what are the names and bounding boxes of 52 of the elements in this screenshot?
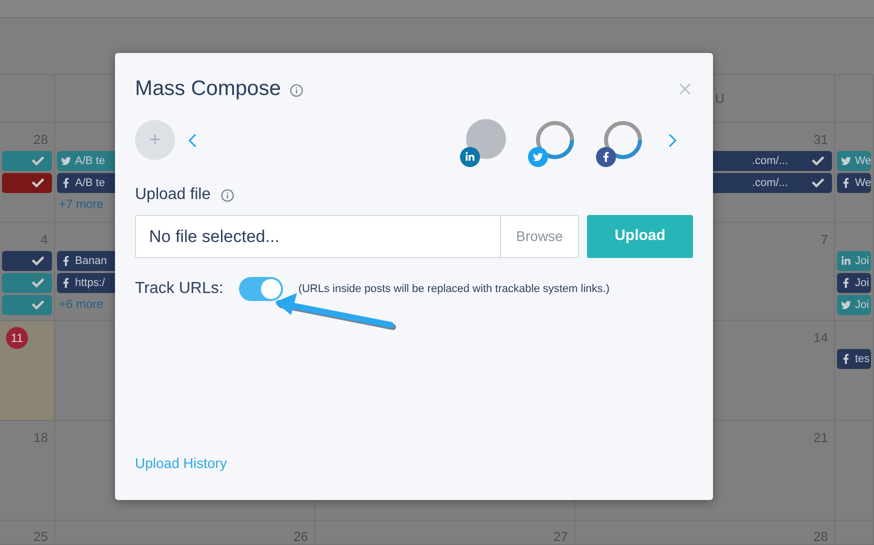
post-title: https:/	[75, 276, 105, 291]
more-link[interactable]: +6 more	[55, 295, 108, 313]
avatar-placeholder[interactable]	[466, 119, 506, 159]
post-title: We	[855, 176, 871, 191]
add-account-button[interactable]: +	[135, 120, 175, 160]
more-link[interactable]: +7 more	[55, 195, 108, 213]
today-date: 11	[6, 327, 28, 349]
post-title: .com/...	[752, 176, 788, 191]
bird-icon	[841, 300, 851, 310]
post-chip[interactable]: Joi	[837, 251, 871, 271]
file-field[interactable]: No file selected...	[135, 215, 501, 258]
post-title: Joi	[855, 276, 870, 291]
close-icon[interactable]	[679, 83, 691, 95]
facebook-icon	[841, 278, 851, 288]
post-title: Joi	[855, 298, 870, 313]
post-title: .com/...	[752, 154, 788, 169]
post-chip[interactable]: tes	[837, 349, 871, 369]
post-chip[interactable]: We	[837, 151, 871, 171]
facebook-icon	[61, 256, 71, 266]
post-chip[interactable]	[2, 251, 52, 271]
post-title: Joi	[855, 254, 870, 269]
track-urls-hint: (URLs inside posts will be replaced with trackable system links.)	[298, 282, 610, 297]
bird-icon	[841, 156, 851, 166]
post-title: A/B te	[75, 176, 105, 191]
post-chip[interactable]: Joi	[837, 295, 871, 315]
post-chip[interactable]: We	[837, 173, 871, 193]
facebook-icon	[61, 178, 71, 188]
dialog-title: Mass Compose	[135, 76, 281, 102]
info-icon[interactable]	[290, 84, 303, 96]
upload-history-link[interactable]: Upload History	[135, 453, 227, 474]
facebook-icon	[841, 354, 851, 364]
upload-button[interactable]: Upload	[587, 215, 693, 258]
facebook-icon	[601, 152, 611, 162]
upload-file-label: Upload file	[135, 185, 211, 205]
info-icon[interactable]	[220, 188, 234, 202]
linkedin-icon	[841, 256, 851, 266]
browse-button[interactable]: Browse	[501, 215, 579, 258]
post-title: A/B te	[75, 154, 105, 169]
facebook-icon	[61, 278, 71, 288]
chevron-right-icon[interactable]	[668, 132, 677, 148]
track-urls-toggle[interactable]	[239, 277, 284, 301]
post-title: tes	[855, 352, 870, 367]
bird-icon	[61, 156, 71, 166]
post-chip[interactable]: Joi	[837, 273, 871, 293]
bird-icon	[533, 152, 543, 162]
post-title: We	[855, 154, 871, 169]
post-title: Banan	[75, 254, 107, 269]
facebook-icon	[841, 178, 851, 188]
track-urls-label: Track URLs:	[135, 279, 224, 299]
chevron-left-icon[interactable]	[188, 132, 197, 148]
post-chip[interactable]	[2, 173, 52, 193]
linkedin-icon	[465, 152, 475, 162]
